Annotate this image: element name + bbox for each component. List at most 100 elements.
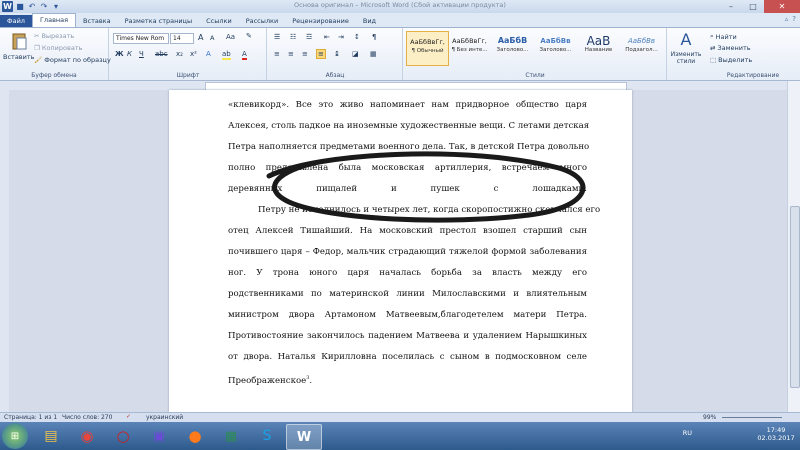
start-button[interactable]: ⊞ xyxy=(2,423,28,449)
format-painter-button[interactable]: 🖌 Формат по образцу xyxy=(34,56,111,64)
tab-home[interactable]: Главная xyxy=(31,13,77,27)
horizontal-ruler[interactable] xyxy=(0,81,800,91)
text-line: почившего царя – Федор, мальчик страдающ… xyxy=(228,247,587,257)
align-center-icon[interactable]: ≡ xyxy=(288,50,294,58)
sort-icon[interactable]: ↕ xyxy=(354,33,360,41)
tab-mailings[interactable]: Рассылки xyxy=(239,15,286,27)
language-indicator[interactable]: украинский xyxy=(146,414,183,421)
zoom-slider[interactable] xyxy=(722,417,782,418)
highlight-icon[interactable]: ab xyxy=(222,50,231,60)
font-size-select[interactable]: 14 xyxy=(170,33,194,44)
vertical-ruler[interactable] xyxy=(0,90,9,412)
select-button[interactable]: ⬚ Выделить xyxy=(710,56,752,64)
ribbon-minimize-icon[interactable]: ▵ xyxy=(785,15,789,23)
proofing-icon[interactable]: ✓ xyxy=(126,413,131,420)
text-line: Петру не исполнилось и четырех лет, когд… xyxy=(258,205,601,215)
strikethrough-icon[interactable]: abc xyxy=(155,50,168,58)
taskbar-opera[interactable]: ○ xyxy=(106,424,140,448)
taskbar-excel[interactable]: ▦ xyxy=(214,424,248,448)
tab-page-layout[interactable]: Разметка страницы xyxy=(118,15,200,27)
font-color-icon[interactable]: A xyxy=(242,50,247,60)
clipboard-group: Вставить ✂ Вырезать ❐ Копировать 🖌 Формат п… xyxy=(0,28,111,80)
skype-icon: S xyxy=(262,428,272,444)
tab-review[interactable]: Рецензирование xyxy=(285,15,356,27)
change-styles-button[interactable]: A Изменить стили xyxy=(668,30,704,65)
style-name: Подзагол... xyxy=(625,47,658,53)
scrollbar-thumb[interactable] xyxy=(790,206,800,388)
align-right-icon[interactable]: ≡ xyxy=(302,50,308,58)
style-normal[interactable]: АаБбВвГг, ¶ Обычный xyxy=(406,31,449,66)
paste-label: Вставить xyxy=(3,53,35,61)
replace-button[interactable]: ⇄ Заменить xyxy=(710,44,751,52)
style-heading-1[interactable]: АаБбВ Заголово... xyxy=(492,31,533,64)
copy-icon: ❐ xyxy=(34,44,40,52)
clock[interactable]: 17:49 02.03.2017 xyxy=(756,426,796,442)
taskbar: ⊞ ▤ ◉ ○ ▣ ● ▦ S W RU 17:49 02.03.2017 xyxy=(0,422,800,450)
clear-format-icon[interactable]: ✎ xyxy=(246,32,252,40)
justify-icon[interactable]: ≡ xyxy=(316,49,326,59)
close-button[interactable]: ✕ xyxy=(764,0,800,13)
style-name: Заголово... xyxy=(496,47,529,53)
increase-indent-icon[interactable]: ⇥ xyxy=(338,33,344,41)
multilevel-list-icon[interactable]: ☲ xyxy=(306,33,312,41)
show-marks-button[interactable]: ¶ xyxy=(372,33,376,41)
bullets-icon[interactable]: ☰ xyxy=(274,33,280,41)
change-case-button[interactable]: Aa xyxy=(226,33,235,41)
align-left-icon[interactable]: ≡ xyxy=(274,50,280,58)
vertical-scrollbar[interactable] xyxy=(787,81,800,412)
superscript-icon[interactable]: x² xyxy=(190,50,197,58)
text-line: ног. У трона юного царя началась борьба … xyxy=(228,268,587,278)
find-button[interactable]: ⌕ Найти xyxy=(710,32,737,41)
windows-logo-icon: ⊞ xyxy=(10,430,20,442)
numbering-icon[interactable]: ☷ xyxy=(290,33,296,41)
tab-insert[interactable]: Вставка xyxy=(76,15,118,27)
taskbar-chrome[interactable]: ◉ xyxy=(70,424,104,448)
style-subtitle[interactable]: АаБбВв Подзагол... xyxy=(621,31,662,64)
taskbar-word[interactable]: W xyxy=(286,424,322,450)
font-group: Times New Rom 14 A A Aa ✎ Ж К Ч abc x₂ x… xyxy=(110,28,267,80)
taskbar-media[interactable]: ▣ xyxy=(142,424,176,448)
tab-view[interactable]: Вид xyxy=(356,15,383,27)
help-icon[interactable]: ? xyxy=(792,15,796,23)
format-painter-label: Формат по образцу xyxy=(44,56,111,64)
change-styles-label: Изменить стили xyxy=(670,51,702,65)
tab-file[interactable]: Файл xyxy=(0,15,32,27)
cut-button[interactable]: ✂ Вырезать xyxy=(34,32,74,40)
shading-icon[interactable]: ◪ xyxy=(352,50,359,58)
style-title[interactable]: АаВ Название xyxy=(578,31,619,64)
folder-icon: ▤ xyxy=(44,428,58,444)
decrease-indent-icon[interactable]: ⇤ xyxy=(324,33,330,41)
zoom-level[interactable]: 99% xyxy=(703,414,716,421)
style-heading-2[interactable]: АаБбВв Заголово... xyxy=(535,31,576,64)
underline-button[interactable]: Ч xyxy=(139,50,144,58)
word-icon: W xyxy=(296,429,312,445)
font-name-select[interactable]: Times New Rom xyxy=(113,33,169,44)
style-preview: АаБбВ xyxy=(497,36,528,45)
keyboard-language[interactable]: RU xyxy=(683,429,692,437)
word-count[interactable]: Число слов: 270 xyxy=(62,414,112,421)
grow-font-button[interactable]: A xyxy=(198,33,203,42)
borders-icon[interactable]: ▦ xyxy=(370,50,377,58)
clock-date: 02.03.2017 xyxy=(757,434,795,442)
replace-icon: ⇄ xyxy=(710,44,716,52)
taskbar-skype[interactable]: S xyxy=(250,424,284,448)
document-page[interactable]: «клевикорд». Все это живо напоминает нам… xyxy=(169,90,632,412)
text-effects-icon[interactable]: A xyxy=(206,50,211,58)
style-preview: АаБбВвГг, xyxy=(452,37,487,45)
copy-button[interactable]: ❐ Копировать xyxy=(34,44,82,52)
tab-references[interactable]: Ссылки xyxy=(199,15,239,27)
shrink-font-button[interactable]: A xyxy=(210,34,214,42)
subscript-icon[interactable]: x₂ xyxy=(176,50,183,58)
bold-button[interactable]: Ж xyxy=(115,50,124,58)
italic-button[interactable]: К xyxy=(127,50,132,58)
text-line: «клевикорд». Все это живо напоминает нам… xyxy=(228,100,587,110)
style-no-spacing[interactable]: АаБбВвГг, ¶ Без инте... xyxy=(449,31,490,64)
paste-button[interactable]: Вставить xyxy=(3,31,34,61)
page-count[interactable]: Страница: 1 из 1 xyxy=(4,414,57,421)
maximize-button[interactable]: □ xyxy=(742,0,764,13)
taskbar-explorer[interactable]: ▤ xyxy=(34,424,68,448)
line-spacing-icon[interactable]: ↨ xyxy=(334,50,340,58)
minimize-button[interactable]: – xyxy=(720,0,742,13)
taskbar-firefox[interactable]: ● xyxy=(178,424,212,448)
styles-group-label: Стили xyxy=(525,72,545,79)
